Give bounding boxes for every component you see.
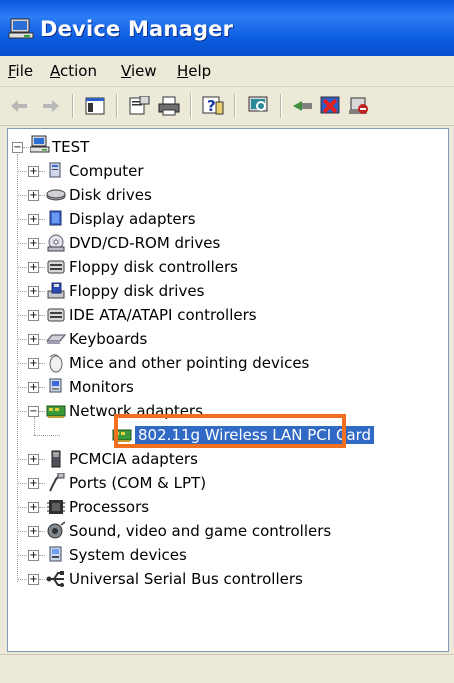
status-bar [0, 654, 454, 683]
system-device-icon [49, 546, 62, 562]
processors-expand-toggle[interactable]: + [28, 502, 39, 513]
floppy-disk-drives-expand-toggle[interactable]: + [28, 286, 39, 297]
tree-item-sound-video-and-game-controllers[interactable]: Sound, video and game controllers [69, 520, 331, 542]
window-title: Device Manager [40, 17, 234, 41]
tree-item-pcmcia-adapters[interactable]: PCMCIA adapters [69, 448, 198, 470]
sound-video-and-game-controllers-expand-toggle[interactable]: + [28, 526, 39, 537]
menu-file[interactable]: File [8, 62, 33, 80]
tree-item-disk-drives[interactable]: Disk drives [69, 184, 152, 206]
tree-item-processors[interactable]: Processors [69, 496, 149, 518]
keyboard-icon [46, 334, 66, 344]
tree-item-label: Display adapters [69, 210, 196, 228]
universal-serial-bus-controllers-expand-toggle[interactable]: + [28, 574, 39, 585]
tree-item-floppy-disk-drives[interactable]: Floppy disk drives [69, 280, 204, 302]
tree-root-test[interactable]: TEST [52, 136, 89, 158]
mouse-icon [49, 354, 63, 373]
monitor-icon [49, 378, 62, 393]
tree-item-ide-ata-atapi-controllers[interactable]: IDE ATA/ATAPI controllers [69, 304, 257, 326]
tree-item-computer[interactable]: Computer [69, 160, 144, 182]
tree-item-label: Computer [69, 162, 144, 180]
menu-bar: File Action View Help [0, 56, 454, 87]
tree-item-label: Ports (COM & LPT) [69, 474, 207, 492]
scan-hardware-icon[interactable] [246, 93, 272, 119]
tree-item-label: Mice and other pointing devices [69, 354, 310, 372]
computer-icon [49, 162, 61, 178]
computer-expand-toggle[interactable]: + [28, 166, 39, 177]
tree-item-mice-and-other-pointing-devices[interactable]: Mice and other pointing devices [69, 352, 309, 374]
update-driver-icon[interactable] [290, 93, 316, 119]
tree-item-label: Floppy disk drives [69, 282, 205, 300]
ports-com-lpt-expand-toggle[interactable]: + [28, 478, 39, 489]
tree-item-label: IDE ATA/ATAPI controllers [69, 306, 257, 324]
tree-item-label: Monitors [69, 378, 134, 396]
tree-root-label: TEST [52, 138, 90, 156]
ide-controller-icon [47, 308, 65, 322]
dvd-drive-icon [47, 234, 65, 252]
pcmcia-icon [51, 450, 61, 468]
computer-root-icon [30, 135, 50, 153]
tree-item-floppy-disk-controllers[interactable]: Floppy disk controllers [69, 256, 238, 278]
highlight-annotation [114, 414, 346, 448]
network-adapter-icon [46, 405, 66, 418]
properties-icon[interactable] [126, 93, 152, 119]
menu-help[interactable]: Help [177, 62, 211, 80]
usb-icon [46, 571, 64, 587]
toolbar: ? [0, 87, 454, 126]
device-manager-icon [8, 18, 34, 39]
tree-item-dvd-cd-rom-drives[interactable]: DVD/CD-ROM drives [69, 232, 220, 254]
tree-item-ports-com-lpt[interactable]: Ports (COM & LPT) [69, 472, 206, 494]
monitors-expand-toggle[interactable]: + [28, 382, 39, 393]
svg-text:?: ? [207, 97, 216, 115]
show-hide-console-tree-icon[interactable] [82, 93, 108, 119]
tree-item-label: Universal Serial Bus controllers [69, 570, 303, 588]
device-tree-pane[interactable]: − TEST + Computer + Disk drives + Display ada… [7, 128, 449, 652]
network-adapters-expand-toggle[interactable]: − [28, 406, 39, 417]
tree-item-label: Sound, video and game controllers [69, 522, 332, 540]
dvd-cd-rom-drives-expand-toggle[interactable]: + [28, 238, 39, 249]
back-icon[interactable] [6, 93, 32, 119]
forward-icon[interactable] [38, 93, 64, 119]
tree-item-label: Disk drives [69, 186, 152, 204]
tree-item-system-devices[interactable]: System devices [69, 544, 187, 566]
tree-item-label: Floppy disk controllers [69, 258, 238, 276]
menu-action[interactable]: Action [50, 62, 97, 80]
mice-and-other-pointing-devices-expand-toggle[interactable]: + [28, 358, 39, 369]
tree-item-universal-serial-bus-controllers[interactable]: Universal Serial Bus controllers [69, 568, 303, 590]
tree-item-label: Processors [69, 498, 150, 516]
menu-view[interactable]: View [121, 62, 157, 80]
floppy-disk-controllers-expand-toggle[interactable]: + [28, 262, 39, 273]
print-icon[interactable] [156, 93, 182, 119]
tree-item-label: DVD/CD-ROM drives [69, 234, 221, 252]
keyboards-expand-toggle[interactable]: + [28, 334, 39, 345]
tree-item-keyboards[interactable]: Keyboards [69, 328, 147, 350]
disk-drive-icon [46, 189, 66, 201]
sound-icon [47, 521, 66, 539]
display-adapters-expand-toggle[interactable]: + [28, 214, 39, 225]
tree-item-label: PCMCIA adapters [69, 450, 198, 468]
tree-item-monitors[interactable]: Monitors [69, 376, 134, 398]
tree-item-label: Keyboards [69, 330, 148, 348]
floppy-drive-icon [47, 282, 65, 299]
uninstall-icon[interactable] [318, 93, 344, 119]
device-manager-window: Device Manager File Action View Help ? −… [0, 0, 454, 683]
floppy-controller-icon [47, 260, 65, 274]
processor-icon [47, 500, 65, 514]
system-devices-expand-toggle[interactable]: + [28, 550, 39, 561]
help-icon[interactable]: ? [200, 93, 226, 119]
tree-item-label: System devices [69, 546, 187, 564]
display-adapter-icon [49, 210, 62, 226]
tree-item-display-adapters[interactable]: Display adapters [69, 208, 196, 230]
port-icon [49, 473, 65, 492]
title-bar[interactable]: Device Manager [0, 0, 454, 56]
disk-drives-expand-toggle[interactable]: + [28, 190, 39, 201]
disable-icon[interactable] [346, 93, 372, 119]
ide-ata-atapi-controllers-expand-toggle[interactable]: + [28, 310, 39, 321]
pcmcia-adapters-expand-toggle[interactable]: + [28, 454, 39, 465]
root-collapse-toggle[interactable]: − [12, 142, 23, 153]
